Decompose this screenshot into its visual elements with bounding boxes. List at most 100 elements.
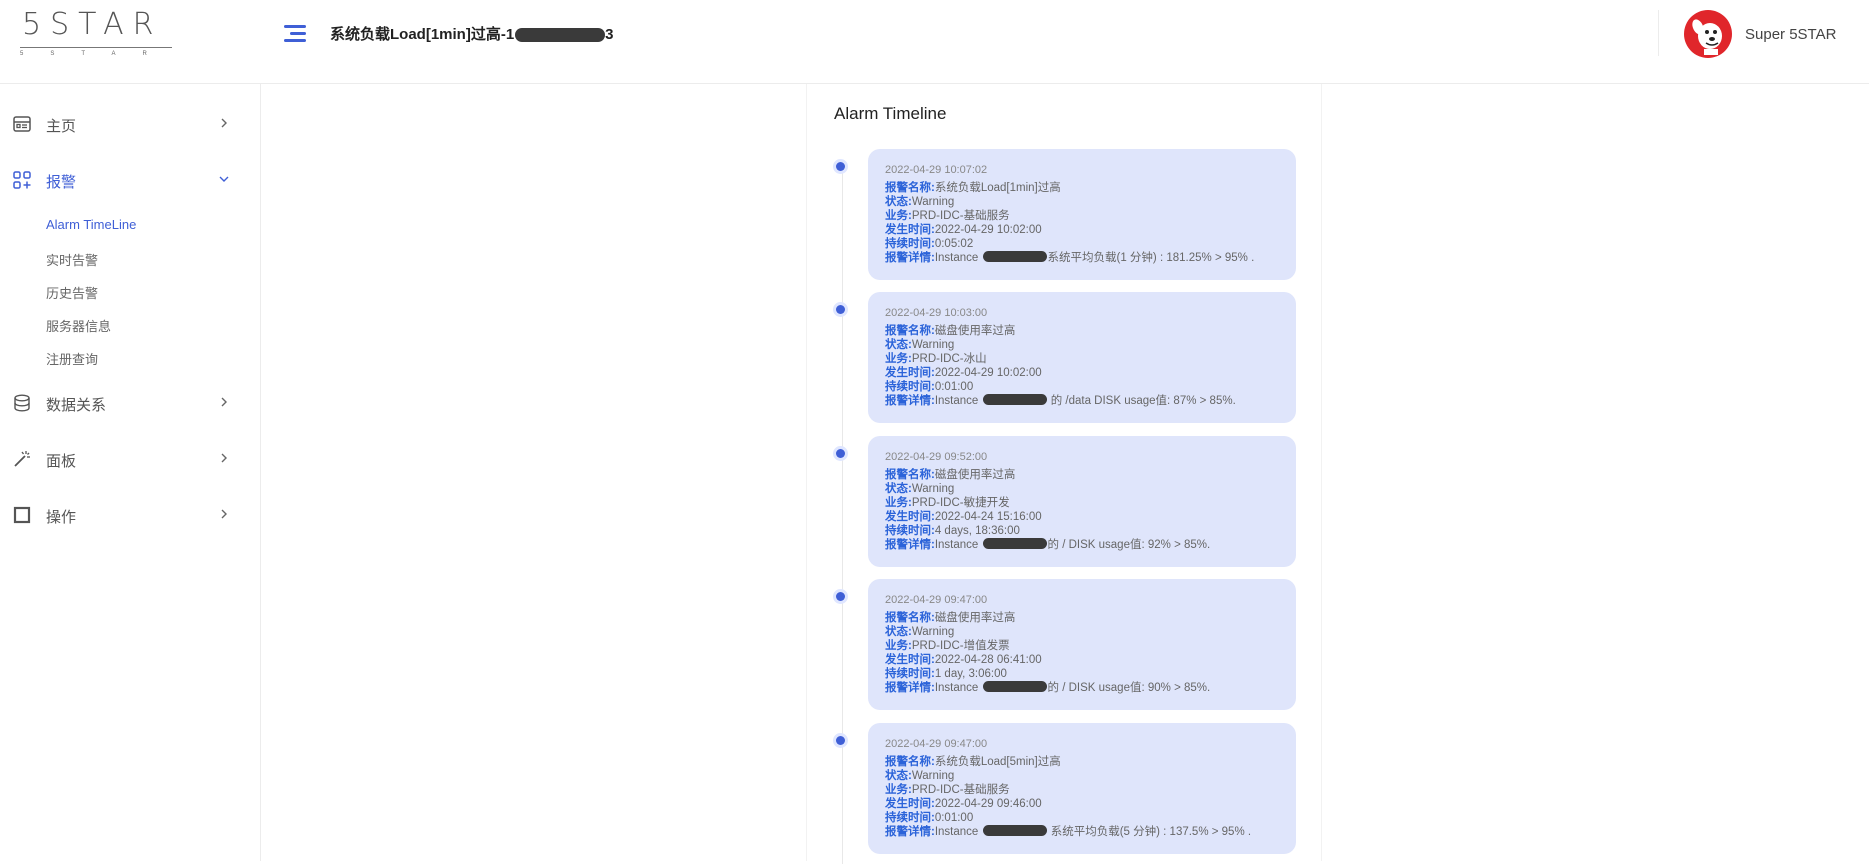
dashboard-icon [13,116,31,132]
alarm-business-row: 业务:PRD-IDC-敏捷开发 [885,496,1290,510]
apps-add-icon [13,171,31,189]
field-value: 的 /data DISK usage值: 87% > 85%. [1047,395,1236,407]
user-name[interactable]: Super 5STAR [1745,26,1836,43]
brand-logo[interactable]: 5STAR 5STAR [18,10,174,58]
alarm-duration-row: 持续时间:0:01:00 [885,811,1290,825]
field-value: Instance [934,682,982,694]
field-label: 状态: [885,483,912,495]
alarm-name-row: 报警名称:磁盘使用率过高 [885,468,1290,482]
field-label: 报警详情: [885,826,935,838]
timeline-card[interactable]: 2022-04-29 09:52:00 报警名称:磁盘使用率过高 状态:Warn… [868,436,1296,567]
timeline-dot [836,162,845,171]
page-title-suffix: 3 [605,26,614,43]
field-value: Instance [934,252,982,264]
alarm-fields: 报警名称:磁盘使用率过高 状态:Warning 业务:PRD-IDC-冰山 发生… [885,324,1290,408]
square-icon [13,506,31,524]
field-label: 报警名称: [885,182,935,194]
field-label: 持续时间: [885,525,935,537]
field-label: 状态: [885,626,912,638]
field-label: 状态: [885,770,912,782]
sidebar-subitem-server-info[interactable]: 服务器信息 [46,316,111,335]
field-label: 状态: [885,196,912,208]
alarm-detail-row: 报警详情:Instance 系统平均负载(5 分钟) : 137.5% > 95… [885,825,1290,839]
field-value: 2022-04-24 15:16:00 [934,511,1042,523]
field-label: 报警名称: [885,612,935,624]
alarm-duration-row: 持续时间:4 days, 18:36:00 [885,524,1290,538]
redacted-instance [982,251,1047,262]
magic-wand-icon [14,451,30,467]
field-value: 系统平均负载(5 分钟) : 137.5% > 95% . [1047,826,1252,838]
field-value: 系统平均负载(1 分钟) : 181.25% > 95% . [1047,252,1255,264]
sidebar-item-alarm[interactable]: 报警 [0,160,260,200]
sidebar-subitem-realtime-alarm[interactable]: 实时告警 [46,250,98,269]
field-label: 报警详情: [885,682,935,694]
sidebar-item-operations[interactable]: 操作 [0,495,260,535]
field-value: PRD-IDC-基础服务 [911,210,1010,222]
field-label: 发生时间: [885,654,935,666]
alarm-status-row: 状态:Warning [885,195,1290,209]
alarm-status-row: 状态:Warning [885,769,1290,783]
menu-toggle-icon[interactable] [284,23,306,43]
alarm-name-row: 报警名称:磁盘使用率过高 [885,324,1290,338]
chevron-right-icon [221,453,227,463]
sidebar-item-panel[interactable]: 面板 [0,439,260,479]
page-title-text: 系统负载Load[1min]过高-1 [330,26,515,43]
alarm-detail-row: 报警详情:Instance 的 / DISK usage值: 90% > 85%… [885,681,1290,695]
timeline-card[interactable]: 2022-04-29 09:47:00 报警名称:系统负载Load[5min]过… [868,723,1296,854]
field-value: 2022-04-29 10:02:00 [934,367,1042,379]
sidebar-item-label: 操作 [46,509,77,526]
logo-subtext: 5STAR [20,51,174,57]
sidebar-subitem-history-alarm[interactable]: 历史告警 [46,283,98,302]
alarm-fields: 报警名称:磁盘使用率过高 状态:Warning 业务:PRD-IDC-增值发票 … [885,611,1290,695]
field-label: 报警名称: [885,756,935,768]
timeline-card[interactable]: 2022-04-29 09:47:00 报警名称:磁盘使用率过高 状态:Warn… [868,579,1296,710]
logo-divider [20,47,172,48]
chevron-right-icon [221,118,227,128]
alarm-duration-row: 持续时间:1 day, 3:06:00 [885,667,1290,681]
sidebar-item-home[interactable]: 主页 [0,104,260,144]
sidebar: 主页 报警 Alarm TimeLine 实时告警 历史告警 服务器信息 注册查… [0,84,261,861]
field-label: 业务: [885,353,912,365]
field-label: 持续时间: [885,668,935,680]
alarm-occurred-row: 发生时间:2022-04-29 10:02:00 [885,223,1290,237]
page-title: 系统负载Load[1min]过高-1 3 [330,23,614,44]
field-label: 报警详情: [885,539,935,551]
alarm-time: 2022-04-29 10:07:02 [885,164,988,176]
sidebar-item-label: 面板 [46,453,77,470]
alarm-time: 2022-04-29 09:52:00 [885,451,988,463]
field-value: PRD-IDC-冰山 [911,353,987,365]
field-label: 发生时间: [885,367,935,379]
field-value: 2022-04-28 06:41:00 [934,654,1042,666]
alarm-detail-row: 报警详情:Instance 系统平均负载(1 分钟) : 181.25% > 9… [885,251,1290,265]
field-label: 持续时间: [885,381,935,393]
alarm-status-row: 状态:Warning [885,482,1290,496]
field-label: 报警详情: [885,252,935,264]
sidebar-item-data-relations[interactable]: 数据关系 [0,383,260,423]
sidebar-subitem-alarm-timeline[interactable]: Alarm TimeLine [46,217,136,232]
alarm-fields: 报警名称:磁盘使用率过高 状态:Warning 业务:PRD-IDC-敏捷开发 … [885,468,1290,552]
field-value: Warning [911,770,955,782]
timeline-card[interactable]: 2022-04-29 10:07:02 报警名称:系统负载Load[1min]过… [868,149,1296,280]
field-value: Warning [911,483,955,495]
timeline-dot [836,592,845,601]
logo-text: 5STAR [22,7,163,42]
alarm-business-row: 业务:PRD-IDC-增值发票 [885,639,1290,653]
user-avatar[interactable] [1684,10,1732,58]
alarm-duration-row: 持续时间:0:05:02 [885,237,1290,251]
alarm-time: 2022-04-29 09:47:00 [885,594,988,606]
chevron-right-icon [221,397,227,407]
field-value: Warning [911,339,955,351]
field-value: 1 day, 3:06:00 [934,668,1007,680]
field-label: 业务: [885,640,912,652]
sidebar-subitem-registry-query[interactable]: 注册查询 [46,349,98,368]
alarm-detail-row: 报警详情:Instance 的 /data DISK usage值: 87% >… [885,394,1290,408]
alarm-occurred-row: 发生时间:2022-04-24 15:16:00 [885,510,1290,524]
timeline-card[interactable]: 2022-04-29 10:03:00 报警名称:磁盘使用率过高 状态:Warn… [868,292,1296,423]
field-value: 磁盘使用率过高 [934,469,1016,481]
field-value: 4 days, 18:36:00 [934,525,1020,537]
alarm-time: 2022-04-29 09:47:00 [885,738,988,750]
alarm-occurred-row: 发生时间:2022-04-28 06:41:00 [885,653,1290,667]
field-label: 发生时间: [885,224,935,236]
alarm-occurred-row: 发生时间:2022-04-29 09:46:00 [885,797,1290,811]
sidebar-item-label: 报警 [46,174,77,191]
